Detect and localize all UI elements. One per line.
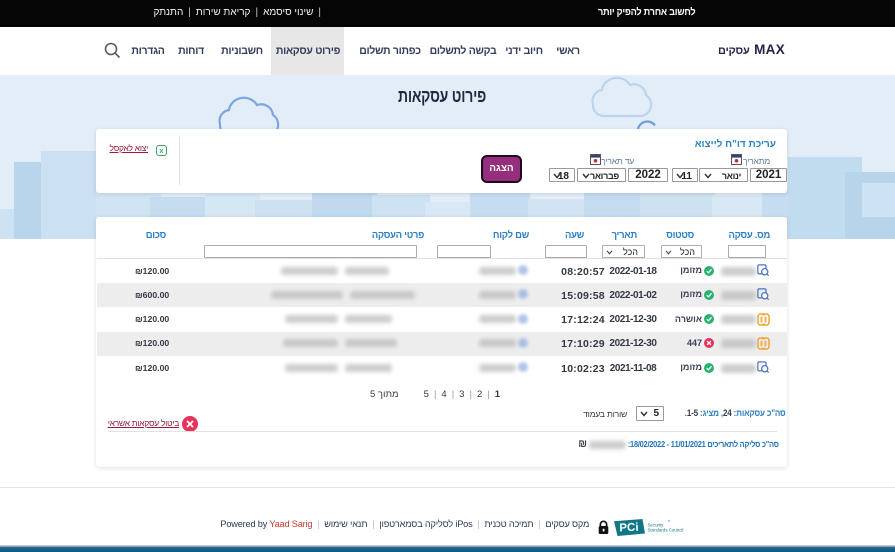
svg-text:Standards Council: Standards Council [648, 528, 684, 533]
svg-text:PCi: PCi [619, 522, 639, 535]
svg-text:*: * [668, 520, 670, 526]
svg-text:x: x [160, 148, 164, 155]
